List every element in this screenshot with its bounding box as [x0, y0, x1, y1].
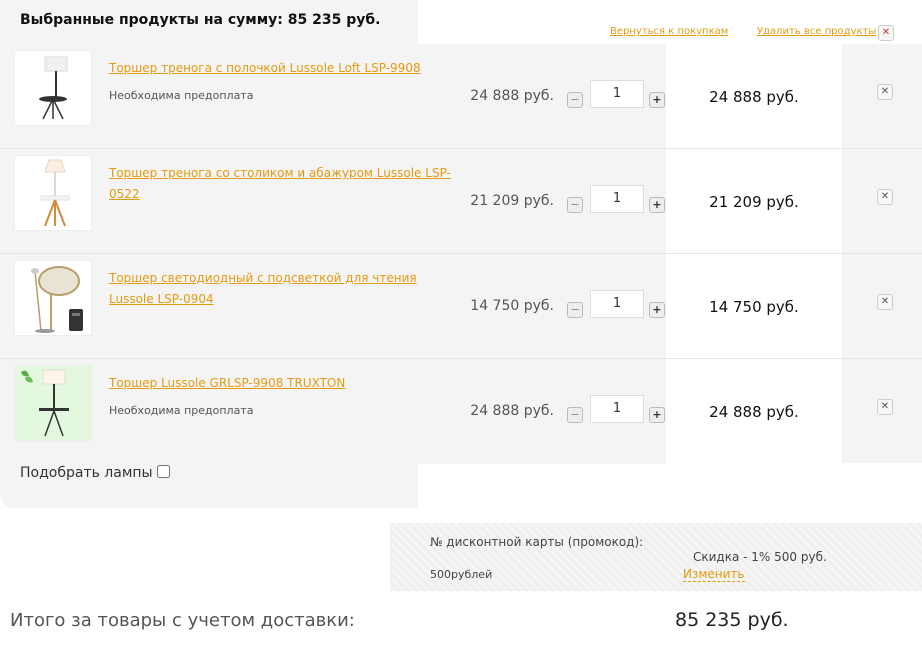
qty-decrement-button[interactable]: − [567, 92, 583, 108]
qty-input[interactable]: 1 [590, 290, 644, 318]
remove-cell: ✕ [842, 359, 922, 463]
qty-decrement-button[interactable]: − [567, 407, 583, 423]
clear-cart-link[interactable]: Удалить все продукты [757, 26, 876, 37]
qty-input[interactable]: 1 [590, 185, 644, 213]
unit-price: 21 209 руб. [470, 193, 554, 209]
product-image[interactable] [14, 365, 92, 441]
line-total: 21 209 руб. [709, 193, 799, 211]
remove-cell: ✕ [842, 44, 922, 148]
qty-input[interactable]: 1 [590, 395, 644, 423]
unit-price: 24 888 руб. [470, 403, 554, 419]
cart-title: Выбранные продукты на сумму: 85 235 руб. [20, 12, 380, 28]
cart-row: 14 750 руб. ✕ Торшер светодиодный с подс… [0, 254, 922, 358]
remove-item-icon[interactable]: ✕ [877, 189, 893, 205]
line-total-cell: 24 888 руб. [668, 359, 840, 463]
remove-item-icon[interactable]: ✕ [877, 294, 893, 310]
prepayment-note: Необходима предоплата [109, 404, 254, 417]
qty-decrement-button[interactable]: − [567, 197, 583, 213]
cart-row: 21 209 руб. ✕ Торшер тренога со столиком… [0, 149, 922, 253]
cart-title-label: Выбранные продукты на сумму: [20, 12, 283, 28]
line-total: 24 888 руб. [709, 403, 799, 421]
discount-card-label: № дисконтной карты (промокод): [430, 535, 644, 549]
remove-item-icon[interactable]: ✕ [877, 399, 893, 415]
qty-decrement-button[interactable]: − [567, 302, 583, 318]
product-image[interactable] [14, 260, 92, 336]
remove-cell: ✕ [842, 254, 922, 358]
order-total-label: Итого за товары с учетом доставки: [10, 610, 355, 631]
product-name-link[interactable]: Торшер тренога со столиком и абажуром Lu… [109, 163, 454, 205]
prepayment-note: Необходима предоплата [109, 89, 254, 102]
pick-lamps-checkbox[interactable] [156, 465, 170, 478]
qty-increment-button[interactable]: + [649, 92, 665, 108]
back-to-shopping-link[interactable]: Вернуться к покупкам [610, 26, 728, 37]
qty-increment-button[interactable]: + [649, 302, 665, 318]
qty-input[interactable]: 1 [590, 80, 644, 108]
unit-price: 24 888 руб. [470, 88, 554, 104]
line-total: 24 888 руб. [709, 88, 799, 106]
product-name-link[interactable]: Торшер светодиодный с подсветкой для чте… [109, 268, 454, 310]
close-icon[interactable]: ✕ [878, 25, 894, 41]
promo-code-value: 500рублей [430, 568, 493, 581]
product-name-link[interactable]: Торшер тренога с полочкой Lussole Loft L… [109, 58, 454, 79]
remove-cell: ✕ [842, 149, 922, 253]
line-total-cell: 14 750 руб. [668, 254, 840, 358]
discount-box: № дисконтной карты (промокод): Скидка - … [390, 523, 922, 591]
pick-lamps-label: Подобрать лампы [20, 465, 153, 481]
line-total-cell: 21 209 руб. [668, 149, 840, 253]
product-name-link[interactable]: Торшер Lussole GRLSP-9908 TRUXTON [109, 373, 454, 394]
change-promo-link[interactable]: Изменить [683, 567, 745, 582]
unit-price: 14 750 руб. [470, 298, 554, 314]
order-total-value: 85 235 руб. [675, 609, 789, 631]
cart-row: 24 888 руб. ✕ Торшер тренога с полочкой … [0, 44, 922, 148]
pick-lamps-option[interactable]: Подобрать лампы [20, 465, 170, 481]
remove-item-icon[interactable]: ✕ [877, 84, 893, 100]
discount-amount: Скидка - 1% 500 руб. [693, 550, 827, 564]
cart-row: 24 888 руб. ✕ Торшер Lussole GRLSP-9908 … [0, 359, 922, 463]
product-image[interactable] [14, 155, 92, 231]
line-total-cell: 24 888 руб. [668, 44, 840, 148]
product-image[interactable] [14, 50, 92, 126]
qty-increment-button[interactable]: + [649, 407, 665, 423]
qty-increment-button[interactable]: + [649, 197, 665, 213]
line-total: 14 750 руб. [709, 298, 799, 316]
cart-title-sum: 85 235 руб. [287, 12, 381, 28]
